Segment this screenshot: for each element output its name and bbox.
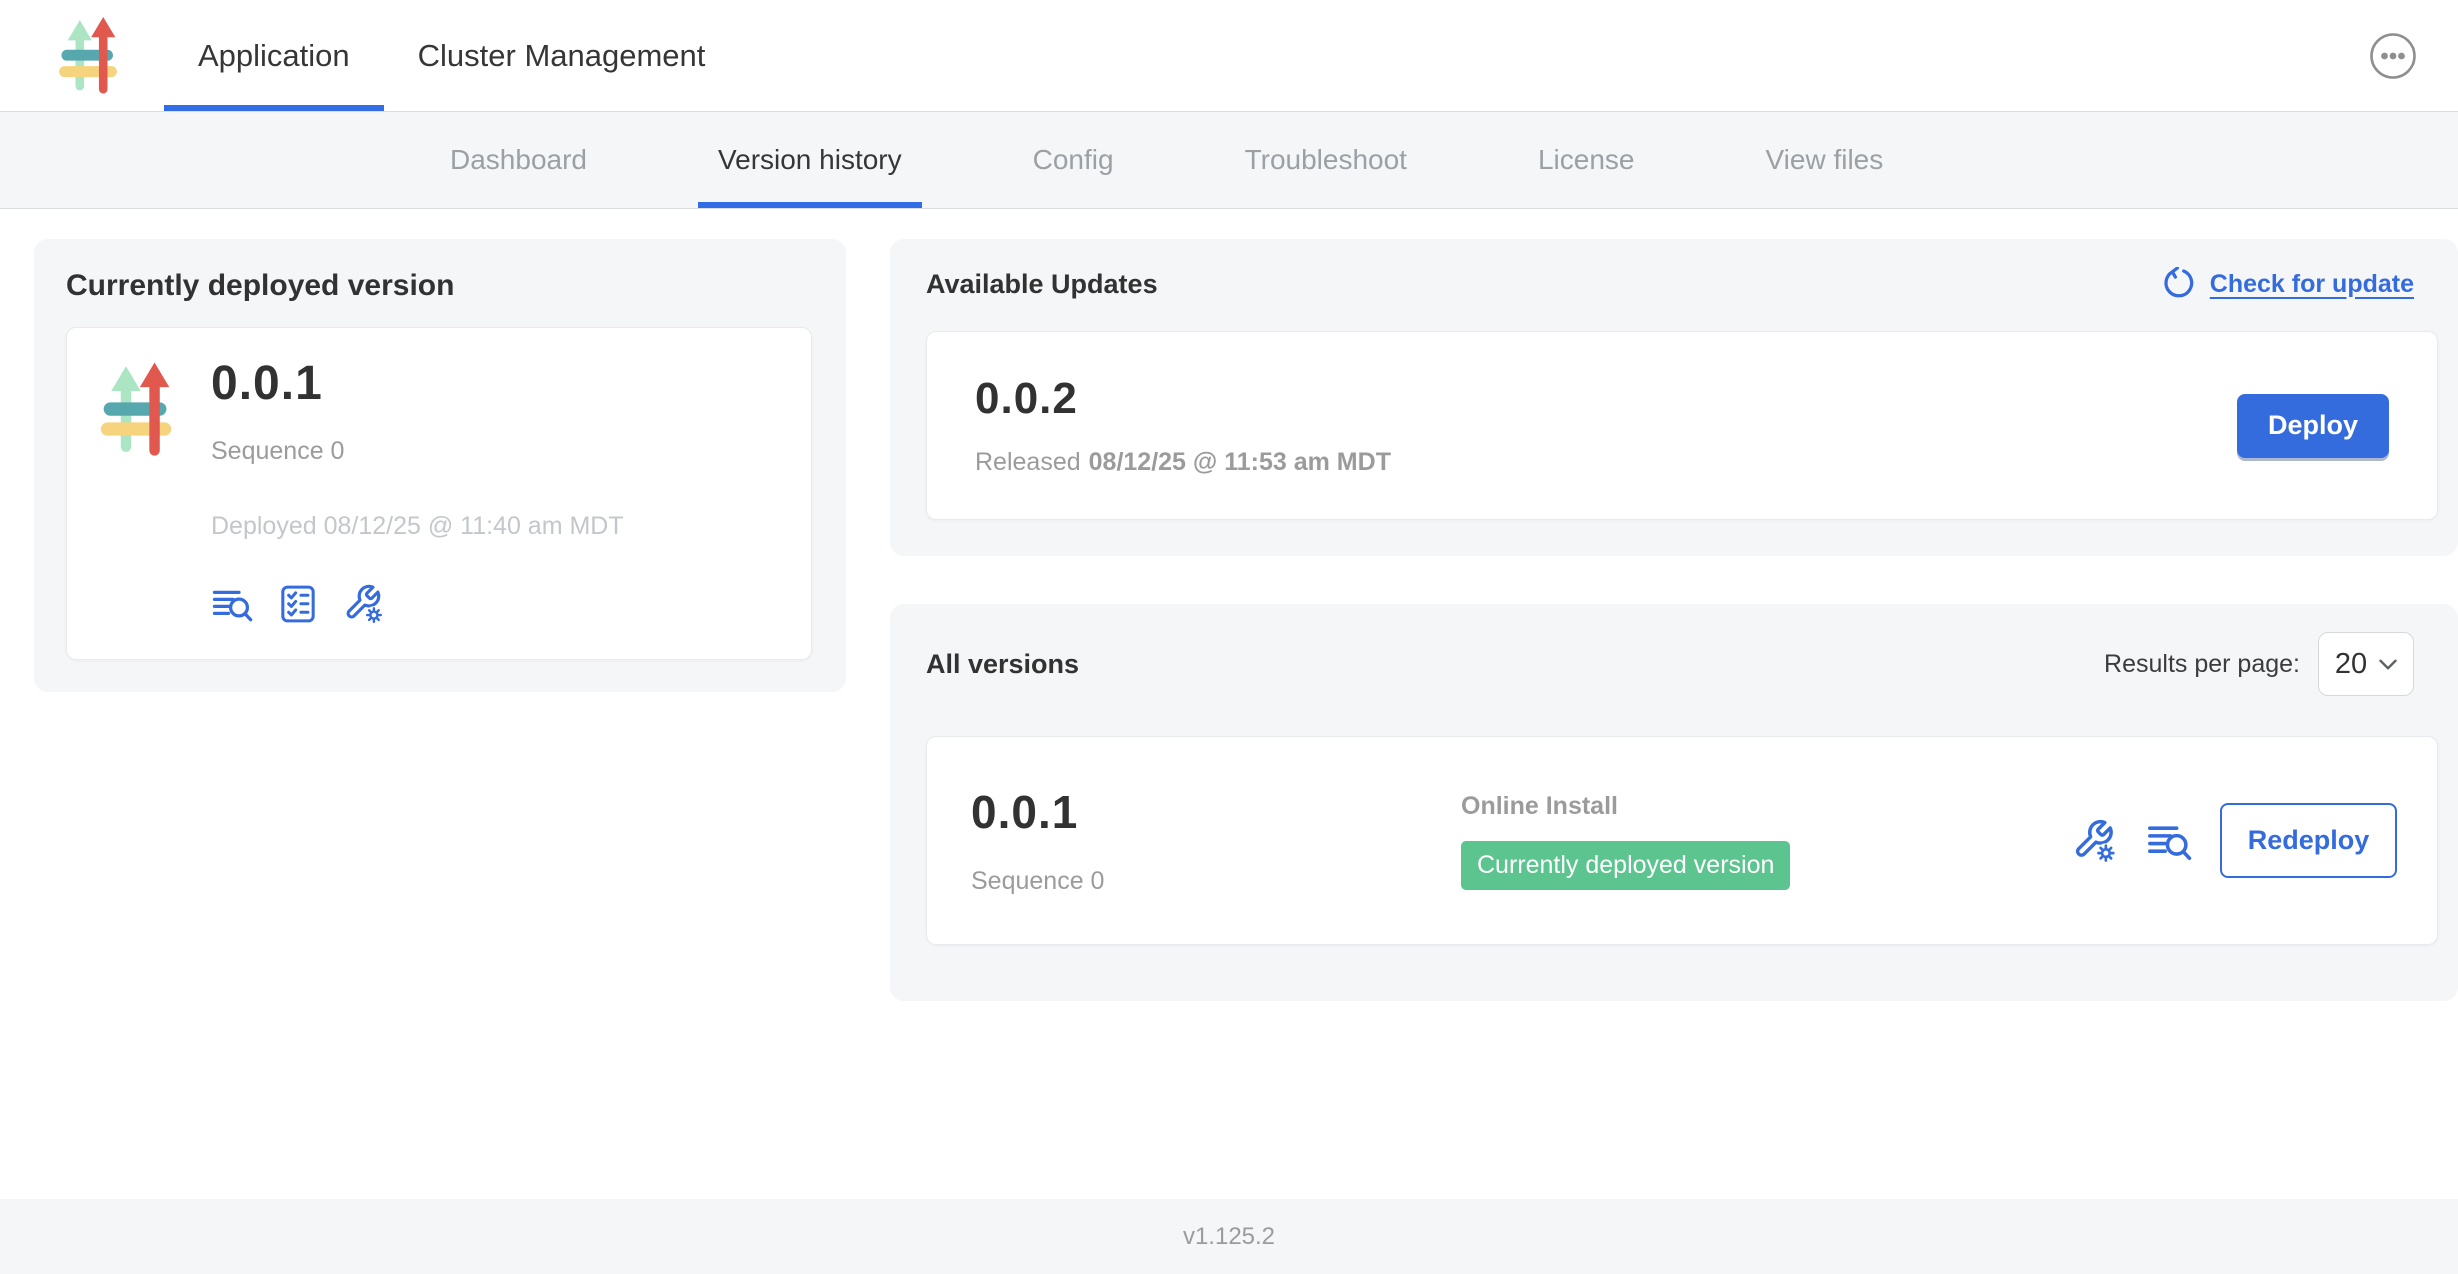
tab-cluster-management[interactable]: Cluster Management [384, 0, 740, 111]
app-logo-icon [97, 356, 175, 625]
subnav-tab-troubleshoot-label: Troubleshoot [1245, 144, 1407, 176]
results-per-page-group: Results per page: 20 [2104, 632, 2414, 696]
deployed-version-details: 0.0.1 Sequence 0 Deployed 08/12/25 @ 11:… [211, 356, 624, 625]
row-version-number: 0.0.1 [971, 785, 1461, 839]
available-updates-header: Available Updates Check for update [926, 267, 2438, 301]
tab-application-label: Application [198, 38, 350, 74]
subnav-tab-license-label: License [1538, 144, 1635, 176]
release-notes-icon[interactable] [2146, 818, 2192, 864]
check-for-update-label: Check for update [2210, 270, 2414, 299]
update-details: 0.0.2 Released 08/12/25 @ 11:53 am MDT [975, 374, 1391, 477]
more-menu-button[interactable] [2368, 31, 2418, 81]
chevron-down-icon [2379, 659, 2397, 670]
row-status-info: Online Install Currently deployed versio… [1461, 792, 2072, 890]
subnav-tab-config[interactable]: Config [1013, 112, 1134, 208]
deployed-column: Currently deployed version 0.0.1 Sequenc… [34, 239, 846, 1199]
deployed-version-panel: 0.0.1 Sequence 0 Deployed 08/12/25 @ 11:… [66, 327, 812, 660]
deployed-timestamp: Deployed 08/12/25 @ 11:40 am MDT [211, 512, 624, 541]
subnav-tab-version-history-label: Version history [718, 144, 902, 176]
deployed-version-number: 0.0.1 [211, 356, 624, 411]
deployed-actions [211, 583, 624, 625]
install-type-label: Online Install [1461, 792, 2072, 821]
ellipsis-menu-icon [2368, 31, 2418, 81]
app-footer: v1.125.2 [0, 1199, 2458, 1274]
subnav-tab-config-label: Config [1033, 144, 1114, 176]
version-row: 0.0.1 Sequence 0 Online Install Currentl… [926, 736, 2438, 945]
subnav-tab-dashboard-label: Dashboard [450, 144, 587, 176]
console-version-label: v1.125.2 [1183, 1223, 1275, 1251]
app-header: Application Cluster Management [0, 0, 2458, 112]
row-version-info: 0.0.1 Sequence 0 [971, 785, 1461, 896]
check-for-update-link[interactable]: Check for update [2162, 267, 2414, 301]
subnav-tab-view-files-label: View files [1765, 144, 1883, 176]
release-notes-icon[interactable] [211, 583, 253, 625]
row-actions: Redeploy [2072, 803, 2397, 878]
all-versions-card: All versions Results per page: 20 0.0.1 … [890, 604, 2458, 1001]
available-updates-card: Available Updates Check for update 0.0.2… [890, 239, 2458, 556]
refresh-icon [2162, 267, 2196, 301]
row-sequence-label: Sequence 0 [971, 867, 1461, 896]
deploy-button[interactable]: Deploy [2237, 394, 2389, 458]
subnav-tab-license[interactable]: License [1518, 112, 1655, 208]
subnav-tab-dashboard[interactable]: Dashboard [430, 112, 607, 208]
results-per-page-select[interactable]: 20 [2318, 632, 2414, 696]
app-subnav: Dashboard Version history Config Trouble… [0, 112, 2458, 209]
subnav-tab-version-history[interactable]: Version history [698, 112, 922, 208]
currently-deployed-badge: Currently deployed version [1461, 841, 1790, 890]
main-content: Currently deployed version 0.0.1 Sequenc… [0, 209, 2458, 1199]
available-update-row: 0.0.2 Released 08/12/25 @ 11:53 am MDT De… [926, 331, 2438, 520]
updates-column: Available Updates Check for update 0.0.2… [890, 239, 2458, 1199]
redeploy-button[interactable]: Redeploy [2220, 803, 2397, 878]
results-per-page-label: Results per page: [2104, 650, 2300, 679]
app-logo-icon [56, 0, 120, 111]
tab-cluster-management-label: Cluster Management [418, 38, 706, 74]
released-timestamp: Released 08/12/25 @ 11:53 am MDT [975, 448, 1391, 477]
released-prefix: Released [975, 448, 1081, 476]
currently-deployed-card: Currently deployed version 0.0.1 Sequenc… [34, 239, 846, 692]
all-versions-title: All versions [926, 649, 1079, 680]
available-updates-title: Available Updates [926, 269, 1158, 300]
subnav-tab-troubleshoot[interactable]: Troubleshoot [1225, 112, 1427, 208]
update-version-number: 0.0.2 [975, 374, 1391, 424]
subnav-tab-view-files[interactable]: View files [1745, 112, 1903, 208]
preflight-checks-icon[interactable] [277, 583, 319, 625]
all-versions-header: All versions Results per page: 20 [926, 632, 2438, 696]
deployed-sequence-label: Sequence 0 [211, 437, 624, 466]
deployed-card-title: Currently deployed version [66, 269, 812, 303]
edit-config-icon[interactable] [343, 583, 385, 625]
edit-config-icon[interactable] [2072, 818, 2118, 864]
released-date: 08/12/25 @ 11:53 am MDT [1089, 448, 1391, 476]
results-per-page-value: 20 [2335, 648, 2367, 681]
tab-application[interactable]: Application [164, 0, 384, 111]
